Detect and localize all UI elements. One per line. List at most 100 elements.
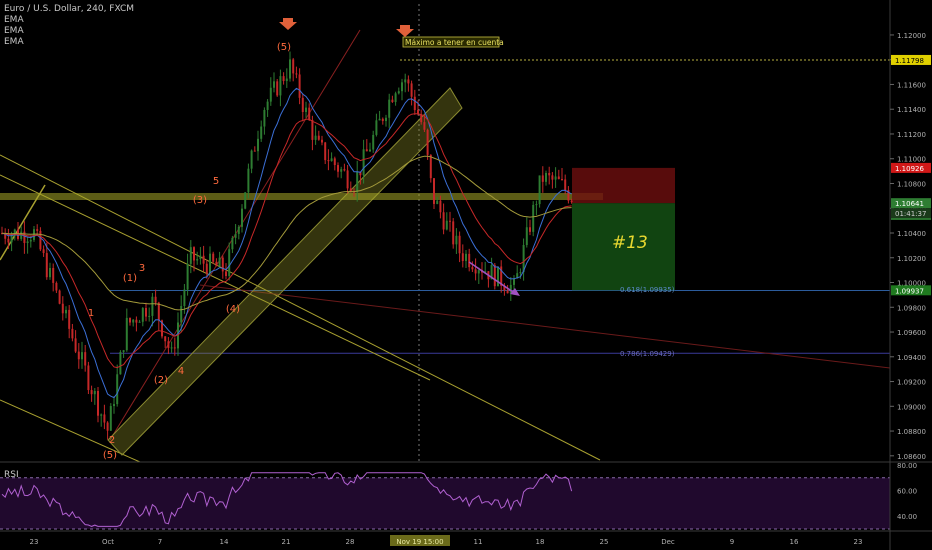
candle-body [439,200,442,213]
candle-body [529,227,531,232]
candle-body [58,290,61,304]
candle-body [90,390,93,395]
x-tick-label: 14 [220,538,229,546]
annotation-text: Máximo a tener en cuenta [405,38,504,47]
x-tick-label: 21 [282,538,291,546]
rsi-label: RSI [4,470,19,480]
candle-body [173,347,176,349]
candle-body [301,97,304,112]
candle-body [365,149,368,152]
y-tick-label: 1.09600 [897,329,926,337]
candle-body [61,303,64,314]
candle-body [356,171,359,192]
candle-body [413,96,416,111]
candle-body [87,365,90,391]
candle-body [253,150,256,152]
candle-body [394,93,397,103]
candle-body [68,309,71,329]
y-tick-label: 1.09000 [897,403,926,411]
candle-body [343,169,346,171]
x-tick-label: 28 [346,538,355,546]
candle-body [49,267,51,278]
candle-body [519,272,522,274]
candle-body [122,350,125,353]
candle-body [461,253,464,262]
y-tick-label: 1.09800 [897,304,926,312]
ema-study-3[interactable]: EMA [4,37,134,48]
candle-body [145,308,147,317]
candle-body [369,149,371,152]
candle-body [93,391,96,395]
chart-container: #13 Máximo a tener en cuenta 0.618(1.0993… [0,0,932,550]
candle-body [151,296,154,316]
y-tick-label: 1.08600 [897,453,926,461]
candle-body [260,126,263,139]
candle-body [247,168,250,193]
candle-body [7,238,10,243]
candle-body [327,160,330,162]
candle-body [279,76,282,96]
candle-body [199,255,202,260]
x-tick-label: Oct [102,538,114,546]
ema-study-1[interactable]: EMA [4,15,134,26]
candle-body [116,374,119,405]
candle-body [554,176,557,180]
trade-label: #13 [612,233,648,253]
candle-body [215,261,218,267]
candle-body [381,118,384,122]
candle-body [132,319,135,323]
candle-body [337,165,339,172]
candle-body [513,278,515,285]
candle-body [407,79,410,84]
y-tick-label: 1.10200 [897,255,926,263]
candle-body [84,352,87,366]
candle-body [228,249,231,276]
ema-study-2[interactable]: EMA [4,26,134,37]
candle-body [164,336,167,342]
candle-body [317,135,320,140]
candle-body [202,255,205,264]
candle-body [564,179,567,191]
price-chart[interactable]: #13 Máximo a tener en cuenta 0.618(1.0993… [0,0,932,550]
candle-body [135,319,138,323]
candle-body [285,78,288,82]
fib-786-label: 0.786(1.09429) [620,350,675,358]
candle-body [551,175,554,180]
rsi-tick-label: 40.00 [897,513,917,521]
wave-label: 4 [178,366,184,377]
candle-body [308,107,311,121]
candle-body [433,178,435,204]
rsi-tick-label: 60.00 [897,488,917,496]
y-tick-label: 1.10800 [897,180,926,188]
candle-body [426,129,429,155]
candle-body [148,315,151,317]
candle-body [391,99,394,103]
candle-body [305,107,307,112]
candle-body [81,352,83,360]
candle-body [183,289,186,307]
candle-body [397,91,400,94]
candles [1,51,573,440]
candle-body [497,266,499,287]
candle-body [465,253,467,262]
wave-label: 2 [109,435,115,446]
trade-stop-zone [572,167,675,204]
resistance-zone [0,193,603,200]
x-tick-label: 16 [790,538,799,546]
chart-legend: Euro / U.S. Dollar, 240, FXCM EMA EMA EM… [4,4,134,48]
candle-body [292,59,295,74]
candle-body [289,59,291,79]
wave-label: (4) [226,304,240,315]
crosshair-date-label: Nov 19 15:00 [396,538,443,546]
candle-body [474,269,477,274]
candle-body [541,175,544,182]
candle-body [321,139,323,143]
candle-body [375,120,378,135]
candle-body [525,227,528,245]
wave-label: 3 [139,263,145,274]
ema-mid-line [1,113,572,369]
candle-body [372,134,375,150]
candle-body [129,317,131,323]
candle-body [532,204,535,232]
y-tick-label: 1.11200 [897,131,926,139]
